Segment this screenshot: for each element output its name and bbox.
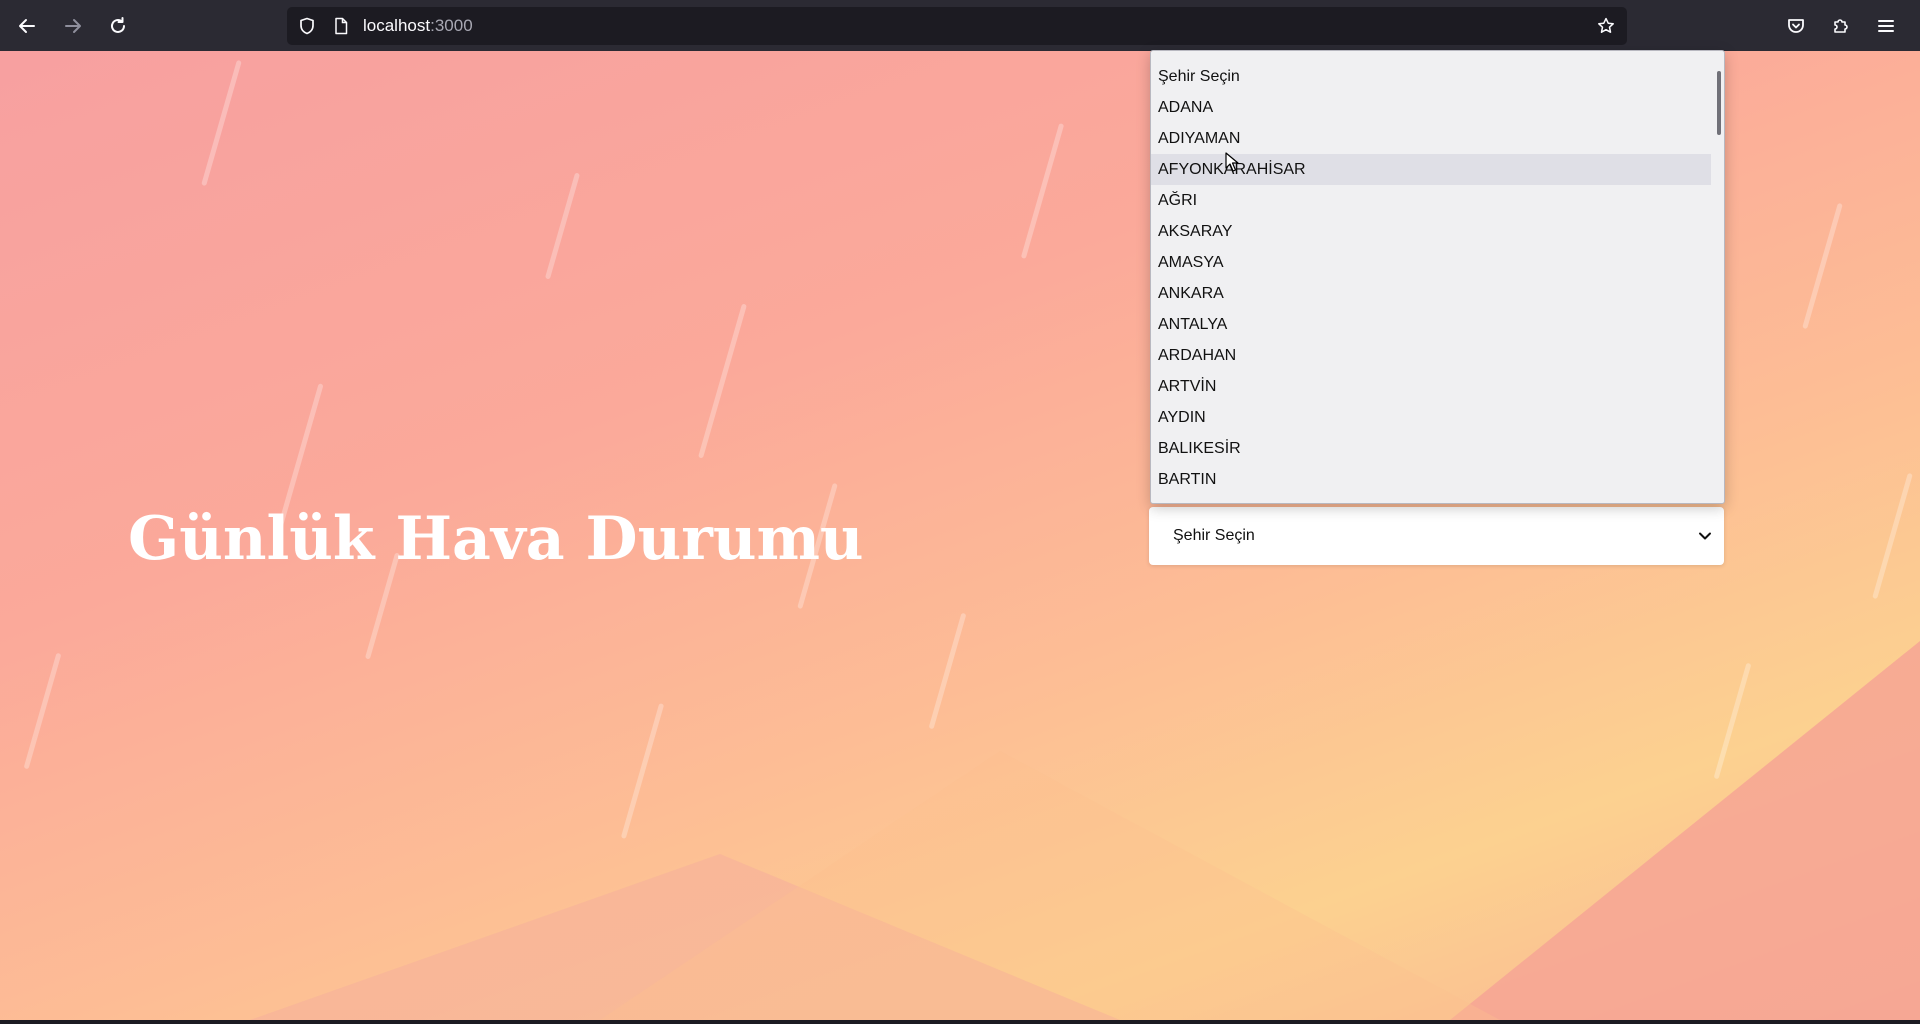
city-select-value: Şehir Seçin: [1173, 527, 1255, 544]
dropdown-option[interactable]: ANTALYA: [1151, 309, 1711, 340]
dropdown-option[interactable]: AKSARAY: [1151, 216, 1711, 247]
star-icon[interactable]: [1596, 16, 1616, 36]
city-select[interactable]: Şehir Seçin: [1149, 507, 1724, 565]
reload-button[interactable]: [102, 10, 134, 42]
dropdown-scrollbar[interactable]: [1717, 71, 1721, 135]
dropdown-option[interactable]: BALIKESİR: [1151, 433, 1711, 464]
mouse-cursor-icon: [1225, 152, 1239, 172]
page-title: Günlük Hava Durumu: [128, 504, 864, 574]
dropdown-option[interactable]: ARTVİN: [1151, 371, 1711, 402]
dropdown-option[interactable]: ANKARA: [1151, 278, 1711, 309]
url-bar[interactable]: localhost:3000: [287, 7, 1627, 45]
dropdown-option[interactable]: AĞRI: [1151, 185, 1711, 216]
dropdown-option[interactable]: ADIYAMAN: [1151, 123, 1711, 154]
reload-icon: [111, 17, 125, 33]
extensions-icon: [1834, 19, 1848, 33]
dropdown-options: Şehir SeçinADANAADIYAMANAFYONKARAHİSARAĞ…: [1151, 61, 1711, 495]
back-button[interactable]: [11, 10, 43, 42]
back-arrow-icon: [19, 19, 35, 33]
extensions-button[interactable]: [1825, 10, 1857, 42]
browser-toolbar: localhost:3000: [0, 0, 1920, 51]
dropdown-option[interactable]: Şehir Seçin: [1151, 61, 1711, 92]
page-icon[interactable]: [331, 16, 351, 36]
pocket-icon: [1788, 19, 1804, 33]
dropdown-option[interactable]: AMASYA: [1151, 247, 1711, 278]
dropdown-option[interactable]: ARDAHAN: [1151, 340, 1711, 371]
menu-icon: [1878, 20, 1894, 32]
pocket-button[interactable]: [1780, 10, 1812, 42]
menu-button[interactable]: [1870, 10, 1902, 42]
forward-button[interactable]: [57, 10, 89, 42]
city-dropdown-list[interactable]: Şehir SeçinADANAADIYAMANAFYONKARAHİSARAĞ…: [1150, 50, 1725, 504]
dropdown-option[interactable]: AYDIN: [1151, 402, 1711, 433]
shield-icon[interactable]: [297, 16, 317, 36]
dropdown-option[interactable]: ADANA: [1151, 92, 1711, 123]
dropdown-option[interactable]: BARTIN: [1151, 464, 1711, 495]
url-text[interactable]: localhost:3000: [363, 16, 473, 36]
url-host: localhost: [363, 16, 431, 35]
chevron-down-icon: [1694, 525, 1716, 547]
forward-arrow-icon: [65, 19, 81, 33]
url-port: :3000: [430, 16, 473, 35]
